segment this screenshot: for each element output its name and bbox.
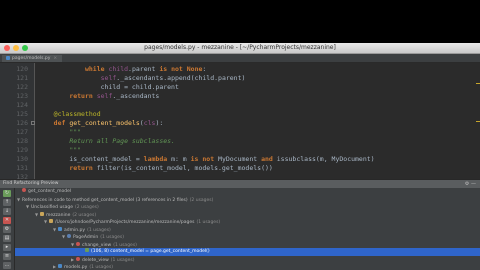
toolbar-button[interactable]: ✕ <box>3 217 11 224</box>
toolbar-button[interactable]: … <box>3 262 11 269</box>
line-number: 127 <box>16 128 28 136</box>
toolbar-button[interactable]: ▤ <box>3 235 11 242</box>
ide-window: pages/models.py - mezzanine - [~/Pycharm… <box>0 43 480 270</box>
tab-models-py[interactable]: pages/models.py × <box>2 55 63 62</box>
find-tool-window: Find Refactoring Preview ⚙ — ↻ ↑ ↓ ✕ ⚙ ▤ ▸ ≡ … g… <box>0 179 480 270</box>
code-line[interactable]: return self._ascendants <box>38 92 159 101</box>
line-number: 121 <box>16 74 28 82</box>
line-number: 125 <box>16 110 28 118</box>
code-line[interactable]: @classmethod <box>38 110 101 119</box>
code-line[interactable]: while child.parent is not None: <box>38 65 206 74</box>
folder-icon <box>40 211 44 216</box>
method-icon <box>76 256 80 261</box>
method-icon <box>22 188 26 193</box>
toolbar-button[interactable]: ↓ <box>3 208 11 215</box>
tree-row-label: mezzanine <box>46 212 71 218</box>
line-number: 130 <box>16 155 28 163</box>
line-number: 120 <box>16 65 28 73</box>
tree-row-label: admin.py <box>64 227 86 233</box>
class-icon <box>67 234 71 239</box>
line-number-gutter: 1201211221231241251261271281291301311321… <box>0 63 35 179</box>
code-line[interactable]: def get_content_models(cls): <box>38 119 164 128</box>
tree-row[interactable]: ▼/Users/johndoe/PycharmProjects/mezzanin… <box>15 218 480 226</box>
code-line[interactable]: Return all Page subclasses. <box>38 137 175 146</box>
error-stripe[interactable] <box>476 63 480 179</box>
tree-row-label: Unclassified usage <box>31 205 74 210</box>
line-number: 128 <box>16 137 28 145</box>
python-file-icon <box>58 226 62 231</box>
tree-row[interactable]: ▶ models.py (1 usages) <box>15 263 480 270</box>
tool-window-title: Find Refactoring Preview <box>3 181 59 186</box>
tree-row-label: change_view <box>82 242 112 248</box>
close-tab-icon[interactable]: × <box>53 56 57 61</box>
method-icon <box>76 241 80 246</box>
usage-count: (1 usages) <box>100 235 124 240</box>
tree-row[interactable]: ▼ change_view (1 usages) <box>15 241 480 249</box>
toolbar-button[interactable]: ↻ <box>3 190 11 197</box>
tree-row[interactable]: ▼ PageAdmin (1 usages) <box>15 233 480 241</box>
line-number: 126 <box>16 119 28 127</box>
line-number: 131 <box>16 164 28 172</box>
tree-row[interactable]: ▼ Unclassified usage (2 usages) <box>15 203 480 211</box>
usage-count: (2 usages) <box>189 197 214 203</box>
fold-marker-icon[interactable] <box>31 121 35 125</box>
code-line[interactable]: is_content_model = lambda m: m is not My… <box>38 155 374 164</box>
tree-row[interactable]: ▶ delete_view (1 usages) <box>15 256 480 264</box>
usages-tree[interactable]: get_content_model ▼ References in code to … <box>15 188 480 270</box>
usage-count: (1 usages) <box>196 220 221 225</box>
tree-row[interactable]: ▼ mezzanine (2 usages) <box>15 211 480 219</box>
python-file-icon <box>58 264 62 269</box>
folder-icon <box>49 219 53 224</box>
find-toolbar: ↻ ↑ ↓ ✕ ⚙ ▤ ▸ ≡ … <box>0 188 15 270</box>
stripe-mark[interactable] <box>476 83 480 84</box>
usage-count: (2 usages) <box>72 212 97 218</box>
selected-usage-row[interactable]: (106, 8) content_model = page.get_conten… <box>15 248 480 256</box>
tab-label: pages/models.py <box>12 56 51 61</box>
tree-row[interactable]: ▼ References in code to method get_conten… <box>15 196 480 204</box>
tool-window-header: Find Refactoring Preview ⚙ — <box>0 180 480 188</box>
code-line[interactable]: """ <box>38 128 81 137</box>
line-number: 122 <box>16 83 28 91</box>
usage-count: (1 usages) <box>110 257 135 263</box>
toolbar-button[interactable]: ▸ <box>3 244 11 251</box>
window-title: pages/models.py - mezzanine - [~/Pycharm… <box>144 44 336 51</box>
usage-icon <box>85 248 89 253</box>
line-number: 124 <box>16 101 28 109</box>
code-editor[interactable]: 1201211221231241251261271281291301311321… <box>0 63 480 179</box>
line-number: 129 <box>16 146 28 154</box>
tree-row-label: get_content_model <box>28 189 72 194</box>
toolbar-button[interactable]: ⚙ <box>3 226 11 233</box>
tree-row-label: delete_view <box>82 257 109 263</box>
tree-row[interactable]: get_content_model <box>15 188 480 196</box>
usage-count: (1 usages) <box>87 227 111 233</box>
tool-window-controls[interactable]: ⚙ — <box>465 180 476 188</box>
tree-row-label: /Users/johndoe/PycharmProjects/mezzanine… <box>55 220 195 225</box>
tree-row-label: References in code to method get_content… <box>22 197 188 203</box>
code-line[interactable]: child = child.parent <box>38 83 179 92</box>
python-file-icon <box>6 55 10 60</box>
tree-row[interactable]: ▼ admin.py (1 usages) <box>15 226 480 234</box>
tree-row-label: models.py <box>64 265 88 270</box>
tree-row-label: (106, 8) content_model = page.get_conten… <box>91 249 210 254</box>
toolbar-button[interactable]: ≡ <box>3 253 11 260</box>
editor-tab-bar: pages/models.py × <box>0 54 480 63</box>
toolbar-button[interactable]: ↑ <box>3 199 11 206</box>
usage-count: (2 usages) <box>75 205 99 210</box>
stripe-mark[interactable] <box>476 121 480 122</box>
usage-count: (1 usages) <box>113 242 137 248</box>
tree-row-label: PageAdmin <box>73 235 99 240</box>
line-number: 123 <box>16 92 28 100</box>
code-line[interactable]: return filter(is_content_model, models.g… <box>38 164 273 173</box>
title-bar: pages/models.py - mezzanine - [~/Pycharm… <box>0 43 480 54</box>
usage-count: (1 usages) <box>89 265 114 270</box>
code-line[interactable]: """ <box>38 146 81 155</box>
code-line[interactable]: self._ascendants.append(child.parent) <box>38 74 246 83</box>
